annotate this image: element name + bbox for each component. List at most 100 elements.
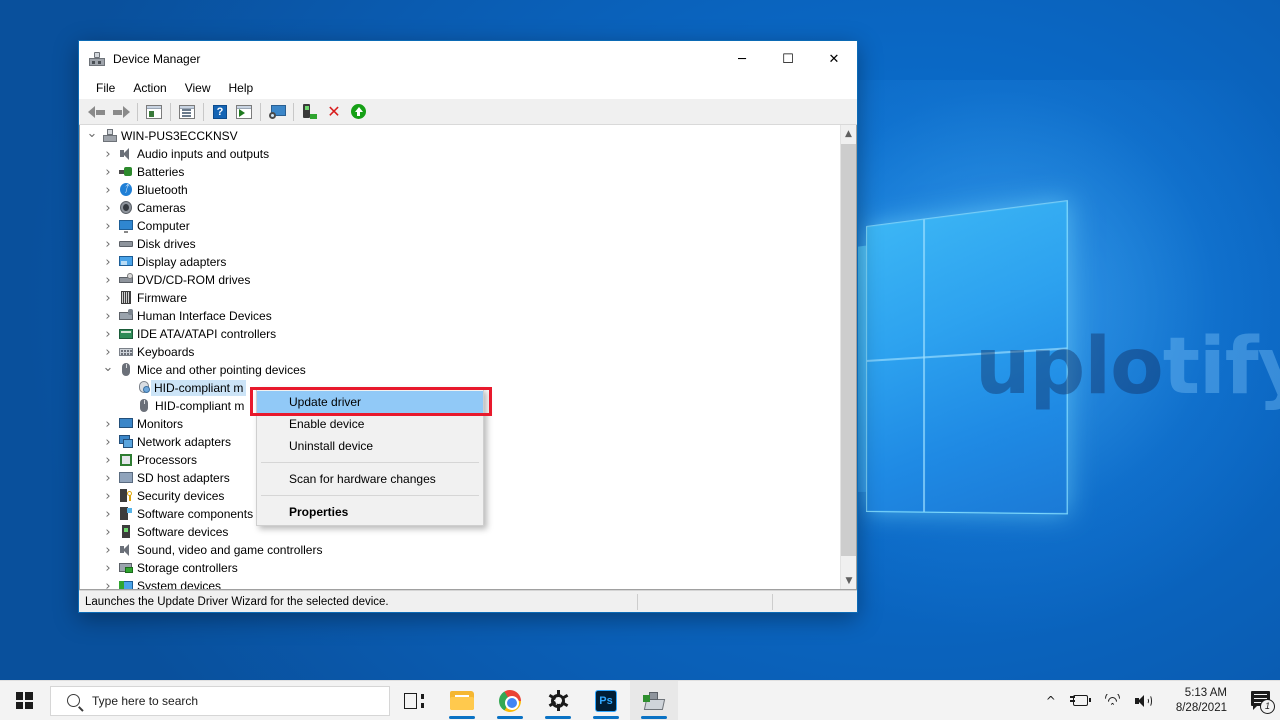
chevron-right-icon[interactable] bbox=[100, 183, 116, 198]
tree-vertical-scrollbar[interactable]: ▲ ▼ bbox=[840, 125, 856, 589]
start-button[interactable] bbox=[0, 681, 48, 720]
tree-item-label: Mice and other pointing devices bbox=[137, 363, 306, 377]
menu-view[interactable]: View bbox=[176, 79, 220, 97]
help-button[interactable]: ? bbox=[208, 101, 232, 123]
tree-item[interactable]: Keyboards bbox=[80, 343, 840, 361]
device-manager-button[interactable] bbox=[630, 680, 678, 720]
tree-item-label: Display adapters bbox=[137, 255, 227, 269]
update-button[interactable] bbox=[346, 101, 370, 123]
context-menu-item-enable-device[interactable]: Enable device bbox=[257, 413, 483, 435]
maximize-button[interactable]: ☐ bbox=[765, 41, 811, 77]
desktop: uplotify Device Manager ─ ☐ ✕ File Actio… bbox=[0, 0, 1280, 720]
photoshop-button[interactable]: Ps bbox=[582, 681, 630, 720]
clock-button[interactable]: 5:13 AM 8/28/2021 bbox=[1159, 681, 1244, 720]
chevron-right-icon[interactable] bbox=[100, 147, 116, 162]
context-menu-item-uninstall-device[interactable]: Uninstall device bbox=[257, 435, 483, 457]
chevron-right-icon[interactable] bbox=[100, 489, 116, 504]
tree-item[interactable]: DVD/CD-ROM drives bbox=[80, 271, 840, 289]
chevron-right-icon[interactable] bbox=[100, 309, 116, 324]
chevron-right-icon[interactable] bbox=[100, 471, 116, 486]
chevron-right-icon[interactable] bbox=[100, 579, 116, 590]
menu-file[interactable]: File bbox=[87, 79, 124, 97]
chevron-down-icon[interactable] bbox=[100, 363, 116, 378]
ide-controller-icon bbox=[116, 327, 136, 341]
tree-item[interactable]: Disk drives bbox=[80, 235, 840, 253]
chevron-right-icon[interactable] bbox=[100, 201, 116, 216]
toolbar-separator-5 bbox=[293, 102, 294, 121]
tree-item[interactable]: Computer bbox=[80, 217, 840, 235]
scan-for-hardware-changes-button[interactable] bbox=[265, 101, 289, 123]
show-hide-console-tree-button[interactable] bbox=[142, 101, 166, 123]
tree-item[interactable]: IDE ATA/ATAPI controllers bbox=[80, 325, 840, 343]
back-button[interactable] bbox=[85, 101, 109, 123]
chevron-right-icon[interactable] bbox=[100, 561, 116, 576]
update-driver-button[interactable] bbox=[232, 101, 256, 123]
tree-item-label: Firmware bbox=[137, 291, 187, 305]
chevron-right-icon[interactable] bbox=[100, 453, 116, 468]
software-device-icon bbox=[116, 525, 136, 539]
tree-item[interactable]: Batteries bbox=[80, 163, 840, 181]
forward-button[interactable] bbox=[109, 101, 133, 123]
file-explorer-button[interactable] bbox=[438, 681, 486, 720]
wallpaper-windows-logo bbox=[866, 199, 1068, 515]
chevron-right-icon[interactable] bbox=[100, 507, 116, 522]
menu-help[interactable]: Help bbox=[220, 79, 263, 97]
context-menu-item-scan-for-hardware-changes[interactable]: Scan for hardware changes bbox=[257, 468, 483, 490]
battery-button[interactable] bbox=[1063, 681, 1097, 720]
chevron-right-icon[interactable] bbox=[100, 543, 116, 558]
volume-button[interactable] bbox=[1128, 681, 1159, 720]
green-up-arrow-icon bbox=[350, 104, 366, 119]
enable-device-button[interactable] bbox=[298, 101, 322, 123]
task-view-button[interactable] bbox=[390, 681, 438, 720]
tree-item[interactable]: Display adapters bbox=[80, 253, 840, 271]
chevron-right-icon[interactable] bbox=[100, 291, 116, 306]
chevron-right-icon[interactable] bbox=[100, 165, 116, 180]
chevron-right-icon[interactable] bbox=[100, 237, 116, 252]
chevron-right-icon[interactable] bbox=[100, 219, 116, 234]
tree-item[interactable]: Human Interface Devices bbox=[80, 307, 840, 325]
tree-item-label: System devices bbox=[137, 579, 222, 589]
context-menu[interactable]: Update driver Enable device Uninstall devi… bbox=[256, 388, 484, 526]
tree-item-label: HID-compliant m bbox=[155, 399, 245, 413]
menu-action[interactable]: Action bbox=[124, 79, 175, 97]
chevron-right-icon[interactable] bbox=[100, 273, 116, 288]
chevron-right-icon[interactable] bbox=[100, 525, 116, 540]
scroll-up-button[interactable]: ▲ bbox=[841, 125, 856, 142]
minimize-button[interactable]: ─ bbox=[719, 41, 765, 77]
tree-item[interactable]: Sound, video and game controllers bbox=[80, 541, 840, 559]
network-button[interactable] bbox=[1097, 681, 1128, 720]
scroll-down-button[interactable]: ▼ bbox=[841, 572, 856, 589]
chevron-right-icon[interactable] bbox=[100, 255, 116, 270]
chevron-right-icon[interactable] bbox=[100, 435, 116, 450]
tree-item[interactable]: Storage controllers bbox=[80, 559, 840, 577]
window-controls: ─ ☐ ✕ bbox=[719, 41, 857, 77]
close-button[interactable]: ✕ bbox=[811, 41, 857, 77]
tree-item[interactable]: Cameras bbox=[80, 199, 840, 217]
tree-item[interactable]: Audio inputs and outputs bbox=[80, 145, 840, 163]
context-menu-item-update-driver[interactable]: Update driver bbox=[257, 391, 483, 413]
context-menu-item-properties[interactable]: Properties bbox=[257, 501, 483, 523]
tree-item[interactable]: System devices bbox=[80, 577, 840, 589]
chevron-down-icon[interactable] bbox=[84, 129, 100, 144]
chevron-right-icon[interactable] bbox=[100, 417, 116, 432]
toolbar-separator-4 bbox=[260, 102, 261, 121]
context-menu-separator bbox=[261, 462, 479, 463]
tree-item[interactable]: Firmware bbox=[80, 289, 840, 307]
tree-item-label: Human Interface Devices bbox=[137, 309, 272, 323]
processor-icon bbox=[116, 453, 136, 467]
clock: 5:13 AM 8/28/2021 bbox=[1166, 686, 1237, 715]
device-manager-window: Device Manager ─ ☐ ✕ File Action View He… bbox=[78, 40, 858, 613]
tree-item[interactable]: WIN-PUS3ECCKNSV bbox=[80, 127, 840, 145]
action-center-button[interactable]: 1 bbox=[1244, 681, 1280, 720]
scrollbar-thumb[interactable] bbox=[841, 144, 856, 556]
settings-button[interactable] bbox=[534, 681, 582, 720]
search-input[interactable]: Type here to search bbox=[50, 685, 390, 716]
chevron-right-icon[interactable] bbox=[100, 345, 116, 360]
tree-item[interactable]: Mice and other pointing devices bbox=[80, 361, 840, 379]
tree-item[interactable]: ᛏBluetooth bbox=[80, 181, 840, 199]
uninstall-device-button[interactable]: ✕ bbox=[322, 101, 346, 123]
tray-overflow-button[interactable]: ^ bbox=[1039, 681, 1063, 720]
chrome-button[interactable] bbox=[486, 681, 534, 720]
chevron-right-icon[interactable] bbox=[100, 327, 116, 342]
properties-button[interactable] bbox=[175, 101, 199, 123]
